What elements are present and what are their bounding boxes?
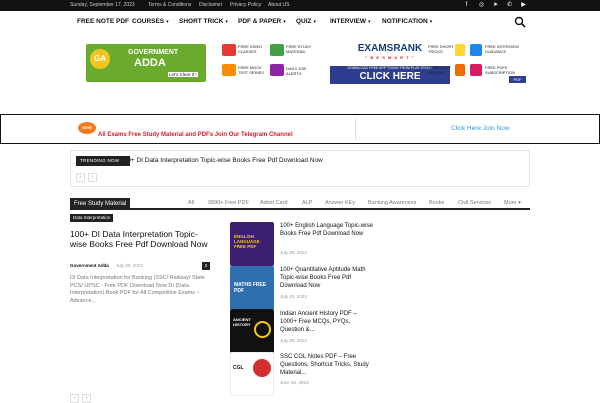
trending-tag: TRENDING NOW: [76, 156, 130, 166]
test-icon: [222, 64, 236, 76]
thumb-text: CGL: [233, 365, 244, 371]
trending-ticker: 100+ DI Data Interpretation Topic-wise B…: [70, 150, 530, 187]
chevron-down-icon: ▾: [313, 19, 317, 25]
filter-books[interactable]: Books: [429, 200, 444, 206]
main-post-title[interactable]: 100+ DI Data Interpretation Topic-wise B…: [70, 229, 210, 249]
quiz-icon: [455, 64, 465, 76]
trending-prev-button[interactable]: ‹: [76, 173, 85, 182]
logo-tagline: Let's Clear It !: [168, 72, 198, 77]
side-post-title[interactable]: 100+ English Language Topic-wise Books F…: [280, 222, 374, 238]
category-badge[interactable]: Data Interpretation: [70, 214, 114, 222]
logo-line2: ADDA: [134, 57, 166, 69]
facebook-icon[interactable]: f: [463, 2, 470, 9]
site-logo[interactable]: GA GOVERNMENT ADDA Let's Clear It !: [86, 44, 206, 82]
thumb-text: ENGLISH LANGUAGE FREE PDF: [234, 234, 260, 249]
side-post-title[interactable]: SSC CGL Notes PDF – Free Questions, Shor…: [280, 353, 374, 377]
main-post-meta: Government Adda July 25, 2023: [70, 263, 143, 268]
books-icon: [270, 44, 284, 56]
filter-alp[interactable]: ALP: [302, 200, 312, 206]
main-nav: FREE NOTE PDF COURSES ▾ SHORT TRICK ▾ PDF …: [0, 11, 600, 33]
nav-free-note-pdf[interactable]: FREE NOTE PDF: [77, 11, 129, 33]
logo-line1: GOVERNMENT: [128, 49, 179, 56]
trending-next-button[interactable]: ›: [88, 173, 97, 182]
side-post-date: July 25, 2023: [280, 338, 307, 343]
side-post-title[interactable]: Indian Ancient History PDF – 1000+ Free …: [280, 310, 374, 334]
filter-banking-awareness[interactable]: Banking Awareness: [368, 200, 416, 206]
join-telegram-link[interactable]: Click Here Join Now: [451, 125, 510, 132]
interview-icon: [470, 44, 482, 56]
post-thumbnail[interactable]: CGL: [230, 352, 274, 396]
promo-quizzes: FREE DAILY QUIZZES: [428, 65, 451, 75]
search-icon[interactable]: [514, 16, 526, 28]
trending-title[interactable]: 100+ DI Data Interpretation Topic-wise B…: [120, 157, 323, 164]
telegram-strip: NEW All Exams Free Study Material and PD…: [0, 114, 600, 144]
logo-badge: GA: [90, 49, 110, 69]
instagram-icon[interactable]: ◎: [478, 2, 485, 9]
alert-icon: [270, 64, 284, 76]
privacy-link[interactable]: Privacy Policy: [230, 0, 261, 11]
post-date: July 25, 2023: [116, 263, 143, 268]
filter-admit-card[interactable]: Admit Card: [260, 200, 288, 206]
post-excerpt: DI Data Interpretation for Banking (SSC/…: [70, 275, 205, 304]
filter-answer-key[interactable]: Answer KEy: [325, 200, 355, 206]
promo-tricks: FREE SHORT TRICKS: [428, 44, 454, 54]
side-post-date: June 25, 2023: [280, 380, 309, 385]
nav-quiz[interactable]: QUIZ ▾: [296, 11, 316, 33]
video-icon: [222, 44, 236, 56]
telegram-icon[interactable]: ➤: [492, 2, 499, 9]
emblem-icon: [253, 359, 271, 377]
promo-study: FREE STUDY MATERIAL: [286, 44, 312, 54]
youtube-icon[interactable]: ▶: [520, 2, 527, 9]
chevron-down-icon: ▾: [166, 19, 169, 25]
top-date: Sunday, September 17, 2023: [70, 2, 135, 8]
side-post-date: July 25, 2023: [280, 250, 307, 255]
nav-notification[interactable]: NOTIFICATION ▾: [382, 11, 432, 33]
side-post-title[interactable]: 100+ Quantitative Aptitude Math Topic-wi…: [280, 266, 374, 290]
post-author[interactable]: Government Adda: [70, 263, 109, 268]
divider: [355, 118, 356, 140]
telegram-message[interactable]: All Exams Free Study Material and PDFs J…: [98, 132, 293, 138]
chevron-down-icon: ▾: [368, 19, 371, 25]
post-thumbnail[interactable]: MATHS FREE PDF: [230, 266, 274, 310]
post-thumbnail[interactable]: ANCIENT HISTORY: [230, 309, 274, 353]
post-thumbnail[interactable]: ENGLISH LANGUAGE FREE PDF: [230, 222, 274, 266]
section-header: Free Study Material All 9999+ Free PDF A…: [70, 198, 530, 210]
chevron-down-icon: ▾: [518, 200, 521, 206]
pager-prev-button[interactable]: ‹: [70, 394, 79, 403]
promo-jobs: DAILY JOB ALERTS: [286, 66, 307, 76]
section-title: Free Study Material: [70, 198, 131, 210]
thumb-text: ANCIENT HISTORY: [233, 317, 251, 327]
filter-civil-services[interactable]: Civil Services: [458, 200, 491, 206]
about-link[interactable]: About US: [268, 0, 289, 11]
side-post-date: July 25, 2023: [280, 294, 307, 299]
comment-count[interactable]: 0: [202, 262, 210, 270]
thumb-text: MATHS FREE PDF: [234, 282, 267, 294]
filter-more[interactable]: More ▾: [504, 200, 521, 206]
nav-short-trick[interactable]: SHORT TRICK ▾: [179, 11, 228, 33]
filter-all[interactable]: All: [188, 200, 194, 206]
nav-pdf-paper[interactable]: PDF & PAPER ▾: [238, 11, 286, 33]
promo-interview: FREE INTERVIEW GUIDANCE: [485, 44, 519, 54]
pager-next-button[interactable]: ›: [82, 394, 91, 403]
new-badge: NEW: [78, 122, 96, 134]
nav-interview[interactable]: INTERVIEW ▾: [330, 11, 371, 33]
chevron-down-icon: ▾: [283, 19, 286, 25]
nav-courses[interactable]: COURSES ▾: [132, 11, 169, 33]
pdf-icon: [470, 64, 482, 76]
filter-free-pdf[interactable]: 9999+ Free PDF: [208, 200, 249, 206]
promo-video: FREE VIDEO CLASSES: [238, 44, 263, 54]
promo-subscription: FREE PDFS SUBSCRIPTION: [485, 65, 516, 75]
chevron-down-icon: ▾: [225, 19, 228, 25]
bulb-icon: [455, 44, 465, 56]
pdf-badge: PDF: [509, 76, 526, 83]
whatsapp-icon[interactable]: ✆: [506, 2, 513, 9]
promo-mock: FREE MOCK TEST SERIES: [238, 65, 264, 75]
chevron-down-icon: ▾: [429, 19, 433, 25]
disclaimer-link[interactable]: Disclaimer: [199, 0, 222, 11]
wheel-icon: [254, 321, 271, 338]
top-bar: Sunday, September 17, 2023 Terms & Condi…: [0, 0, 600, 11]
terms-link[interactable]: Terms & Conditions: [148, 0, 191, 11]
